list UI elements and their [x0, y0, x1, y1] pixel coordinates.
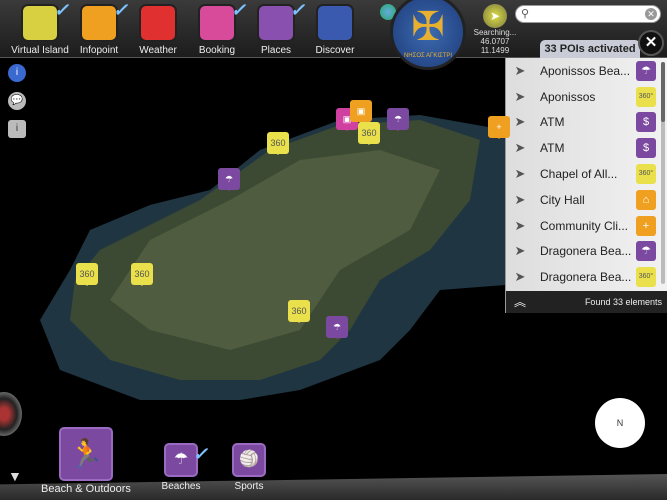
poi-type-icon: + [636, 215, 656, 236]
bag-icon: ✓ [198, 0, 246, 42]
poi-list-item[interactable]: ➤ Dragonera Bea... 360° [506, 264, 667, 290]
poi-list-item[interactable]: ➤ Chapel of All... 360° [506, 161, 667, 187]
subcategory-beaches[interactable]: ☂ ✓ Beaches [156, 443, 208, 492]
poi-name: Dragonera Bea... [540, 270, 632, 285]
map-marker-360[interactable]: 360 [288, 300, 310, 323]
latitude: 46.0707 [480, 37, 510, 46]
app-discover[interactable]: Discover [300, 4, 370, 56]
cross-icon: ✠ [411, 5, 445, 49]
longitude: 11.1499 [480, 46, 510, 55]
navigate-arrow-icon[interactable]: ➤ [506, 63, 534, 79]
search-input[interactable]: ⚲ ✕ [515, 5, 661, 23]
volleyball-icon: 🏐 [232, 443, 266, 477]
info-icon: ✓ [80, 0, 128, 42]
poi-list-item[interactable]: ➤ Dragonera Bea... ☂ [506, 239, 667, 265]
poi-type-icon: 360° [636, 86, 656, 107]
poi-name: Aponissos Bea... [540, 63, 631, 78]
map-marker-360[interactable]: 360 [267, 132, 289, 155]
poi-name: ATM [540, 115, 565, 130]
poi-list-item[interactable]: ➤ Aponissos 360° [506, 84, 667, 110]
pin-icon: ✓ [257, 0, 305, 42]
poi-name: ATM [540, 141, 565, 156]
map-marker-360[interactable]: 360 [76, 263, 98, 286]
poi-list-item[interactable]: ➤ ATM $ [506, 135, 667, 161]
info-icon[interactable]: i [8, 120, 26, 138]
map-marker-360[interactable]: 360 [131, 263, 153, 286]
info-add-icon[interactable]: i [8, 64, 26, 82]
poi-list-panel: ➤ Aponissos Bea... ☂ ➤ Aponissos 360° ➤ ATM $ ➤ AT… [505, 58, 667, 313]
gps-status-text: Searching... [473, 28, 517, 37]
navigate-arrow-icon[interactable]: ➤ [506, 269, 534, 285]
location-arrow-icon: ➤ [483, 4, 507, 28]
poi-type-icon: 360° [636, 164, 656, 185]
close-panel-button[interactable]: ✕ [638, 30, 664, 56]
poi-name: Chapel of All... [540, 167, 618, 182]
poi-type-icon: $ [636, 138, 656, 159]
subcategory-label: Sports [234, 481, 264, 492]
poi-type-icon: ☂ [636, 241, 656, 262]
category-beach-outdoors[interactable]: 🏃 Beach & Outdoors [36, 427, 136, 495]
navigate-arrow-icon[interactable]: ➤ [506, 114, 534, 130]
discover-icon [316, 4, 354, 42]
poi-name: Community Cli... [540, 218, 629, 233]
subcategory-sports[interactable]: 🏐 Sports [224, 443, 274, 492]
gps-status[interactable]: ➤ Searching... 46.0707 11.1499 [470, 4, 520, 55]
poi-name: Aponissos [540, 89, 596, 104]
scrollbar[interactable] [661, 62, 665, 284]
poi-list-item[interactable]: ➤ Community Cli... + [506, 213, 667, 239]
poi-type-icon: ☂ [636, 60, 656, 81]
map-marker-clinic[interactable]: + [488, 116, 510, 139]
map-marker-orange[interactable]: ▣ [350, 100, 372, 123]
emblem-text: ΝΗΣΟΣ ΑΓΚΙΣΤΡΙ [403, 53, 453, 59]
subcategory-label: Beaches [161, 481, 201, 492]
compass-north-label: N [616, 418, 624, 428]
poi-list-item[interactable]: ➤ City Hall ⌂ [506, 187, 667, 213]
poi-name: City Hall [540, 192, 585, 207]
expand-up-icon[interactable]: ︽ [514, 291, 526, 313]
panel-footer: ︽ Found 33 elements [506, 291, 667, 313]
compass[interactable]: N [595, 398, 645, 448]
search-icon: ⚲ [521, 8, 530, 20]
navigate-arrow-icon[interactable]: ➤ [506, 192, 534, 208]
cloud-icon [139, 4, 177, 42]
found-count: Found 33 elements [584, 297, 662, 307]
map-marker-beach[interactable]: ☂ [387, 108, 409, 131]
clear-icon[interactable]: ✕ [645, 8, 657, 20]
check-icon: ✓ [192, 444, 208, 464]
poi-name: Dragonera Bea... [540, 244, 632, 259]
jump-icon: 🏃 [59, 427, 113, 481]
navigate-arrow-icon[interactable]: ➤ [506, 166, 534, 182]
category-label: Beach & Outdoors [41, 483, 131, 495]
poi-count-tab: 33 POIs activated [540, 40, 640, 58]
collapse-down-icon[interactable]: ▼ [8, 468, 22, 484]
comment-icon[interactable]: 💬 [8, 92, 26, 110]
poi-list-item[interactable]: ➤ Aponissos Bea... ☂ [506, 58, 667, 84]
globe-icon: ✓ [21, 0, 69, 42]
navigate-arrow-icon[interactable]: ➤ [506, 140, 534, 156]
navigate-arrow-icon[interactable]: ➤ [506, 243, 534, 259]
poi-type-icon: 360° [636, 267, 656, 288]
poi-list-item[interactable]: ➤ ATM $ [506, 110, 667, 136]
navigate-arrow-icon[interactable]: ➤ [506, 218, 534, 234]
map-marker-beach[interactable]: ☂ [326, 316, 348, 339]
app-label: Discover [315, 45, 355, 56]
map-marker-360[interactable]: 360 [358, 122, 380, 145]
poi-type-icon: ⌂ [636, 189, 656, 210]
umbrella-icon: ☂ ✓ [164, 443, 208, 477]
map-marker-beach[interactable]: ☂ [218, 168, 240, 191]
poi-type-icon: $ [636, 112, 656, 133]
navigate-arrow-icon[interactable]: ➤ [506, 89, 534, 105]
